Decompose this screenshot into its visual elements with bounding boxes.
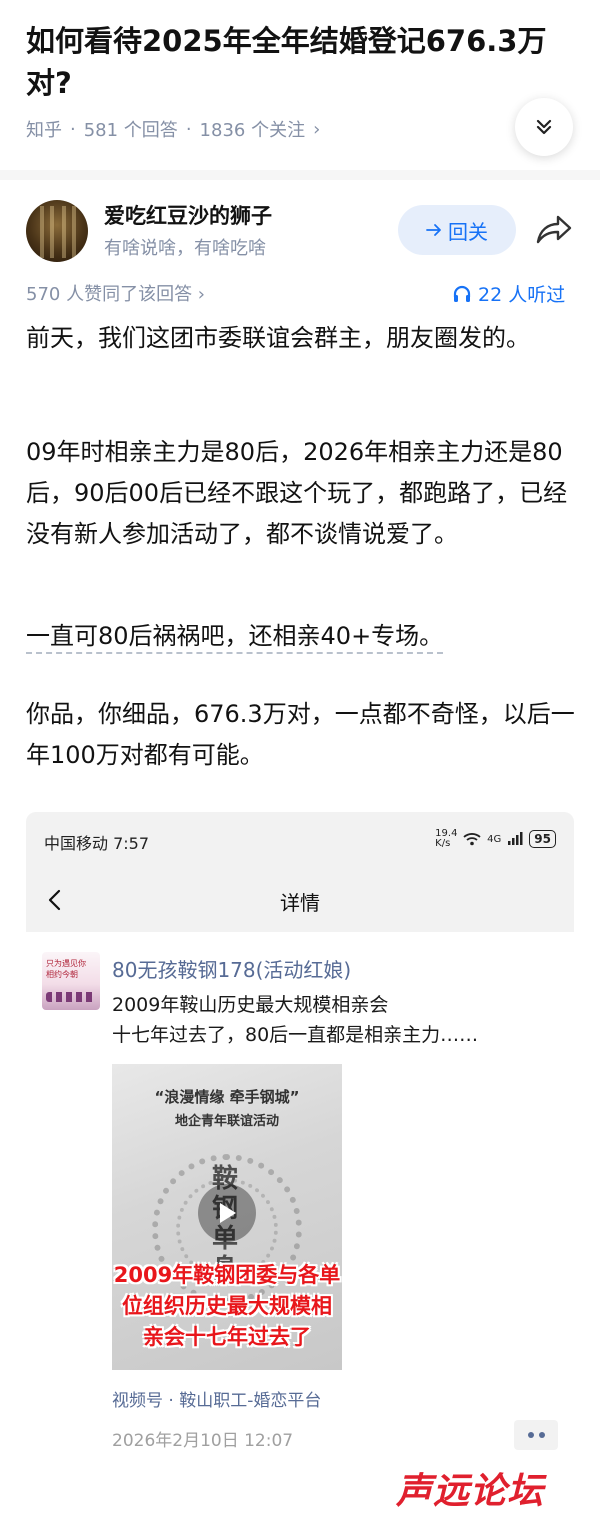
answer-paragraph-3: 一直可80后祸祸吧，还相亲40+专场。 — [26, 616, 576, 657]
battery-icon: 95 — [529, 830, 556, 848]
author-bio: 有啥说啥，有啥吃啥 — [104, 238, 266, 259]
wifi-icon — [463, 833, 481, 846]
listen-count[interactable]: 22 人听过 — [452, 280, 565, 307]
phone-status-bar: 中国移动 7:57 19.4 K/s 4G 95 — [26, 812, 574, 868]
chevron-right-icon: › — [313, 118, 321, 140]
follow-label: 回关 — [448, 219, 488, 244]
post-author-name: 80无孩鞍钢178(活动红娘) — [112, 958, 352, 982]
post-text-line-1: 2009年鞍山历史最大规模相亲会 — [112, 994, 389, 1016]
video-subtitle: 地企青年联谊活动 — [174, 1114, 279, 1129]
expand-button[interactable] — [515, 98, 573, 156]
video-source: 视频号 · 鞍山职工-婚恋平台 — [112, 1391, 322, 1411]
video-thumbnail: “浪漫情缘 牵手钢城” 地企青年联谊活动 鞍钢单身 2009年鞍钢团委与各单位组… — [112, 1064, 342, 1370]
post-avatar-text: 只为遇见你 相约今朝 — [46, 959, 86, 979]
answer-paragraph-2: 09年时相亲主力是80后，2026年相亲主力还是80后，90后00后已经不跟这个… — [26, 438, 568, 548]
double-chevron-down-icon — [536, 119, 552, 135]
post-time: 2026年2月10日 12:07 — [112, 1431, 294, 1451]
highlighted-sentence[interactable]: 一直可80后祸祸吧，还相亲40+专场。 — [26, 622, 444, 654]
post-text-line-2: 十七年过去了，80后一直都是相亲主力…… — [112, 1024, 479, 1046]
net-speed: 19.4 K/s — [435, 828, 458, 849]
post-text: 2009年鞍山历史最大规模相亲会 十七年过去了，80后一直都是相亲主力…… — [112, 990, 562, 1050]
arrow-right-icon — [426, 224, 441, 236]
author-name[interactable]: 爱吃红豆沙的狮子 — [104, 200, 272, 230]
share-icon[interactable] — [534, 212, 574, 248]
answer-paragraph-1: 前天，我们这团市委联谊会群主，朋友圈发的。 — [26, 324, 530, 352]
answer-paragraph-4: 你品，你细品，676.3万对，一点都不奇怪，以后一年100万对都有可能。 — [26, 700, 575, 769]
question-source: 知乎 — [26, 120, 62, 141]
follow-count: 1836 个关注 — [199, 120, 306, 141]
meta-separator: · — [185, 118, 192, 140]
video-top-title: “浪漫情缘 牵手钢城” — [154, 1088, 300, 1106]
screenshot-nav-bar: 详情 — [26, 868, 574, 932]
carrier-time: 中国移动 7:57 — [44, 834, 150, 853]
signal-icon — [508, 832, 523, 845]
headphones-icon — [453, 285, 471, 302]
embedded-screenshot[interactable]: 中国移动 7:57 19.4 K/s 4G 95 详情 只为遇见你 相约今朝 8… — [26, 812, 574, 1472]
video-caption: 2009年鞍钢团委与各单位组织历史最大规模相亲会十七年过去了 — [113, 1263, 341, 1349]
forum-watermark: 声远论坛 — [396, 1471, 545, 1512]
meta-separator: · — [70, 118, 76, 140]
network-type: 4G — [487, 833, 502, 845]
follow-back-button[interactable]: 回关 — [398, 205, 516, 255]
more-options-icon — [514, 1420, 558, 1450]
section-divider — [0, 170, 600, 180]
listen-count-label: 22 人听过 — [478, 284, 566, 306]
vote-count-link[interactable]: 570 人赞同了该回答 › — [26, 280, 205, 306]
post-avatar: 只为遇见你 相约今朝 — [42, 952, 100, 1010]
status-icons: 19.4 K/s 4G 95 — [435, 829, 556, 849]
author-avatar[interactable] — [26, 200, 88, 262]
answer-count: 581 个回答 — [83, 120, 178, 141]
play-icon — [198, 1184, 256, 1242]
question-title[interactable]: 如何看待2025年全年结婚登记676.3万对? — [26, 20, 566, 104]
question-meta[interactable]: 知乎 · 581 个回答 · 1836 个关注 › — [26, 116, 320, 142]
screenshot-nav-title: 详情 — [280, 891, 320, 915]
